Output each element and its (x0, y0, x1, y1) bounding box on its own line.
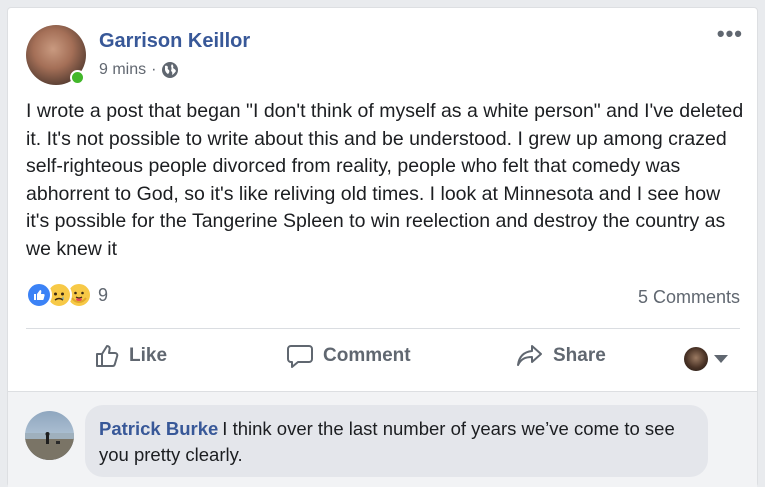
meta-separator: · (151, 61, 157, 78)
like-label: Like (129, 345, 168, 366)
post-card: Garrison Keillor 9 mins · ••• I wrote a … (7, 7, 758, 487)
like-button[interactable]: Like (94, 343, 167, 369)
globe-icon[interactable] (161, 61, 179, 79)
online-status-indicator (70, 70, 85, 85)
comment-bubble: Patrick Burke I think over the last numbe… (85, 405, 708, 477)
share-button[interactable]: Share (516, 343, 606, 369)
author-avatar[interactable] (26, 25, 86, 85)
commenter-name[interactable]: Patrick Burke (99, 418, 218, 439)
post-meta: 9 mins · (99, 61, 179, 79)
reactions-summary[interactable]: 9 (26, 282, 108, 308)
actions-divider (26, 328, 740, 329)
author-name[interactable]: Garrison Keillor (99, 30, 250, 53)
commenter-avatar[interactable] (25, 411, 74, 460)
share-label: Share (553, 345, 606, 366)
more-options-icon[interactable]: ••• (717, 23, 743, 45)
comments-count-link[interactable]: 5 Comments (638, 287, 740, 308)
comments-section: Patrick Burke I think over the last numbe… (8, 391, 757, 487)
post-timestamp[interactable]: 9 mins (99, 61, 146, 79)
comment-button[interactable]: Comment (286, 343, 411, 369)
comment-label: Comment (323, 345, 411, 366)
chevron-down-icon (714, 355, 728, 363)
thumbs-up-icon (96, 345, 119, 367)
reaction-count: 9 (98, 284, 109, 305)
post-body: I wrote a post that began "I don't think… (26, 100, 744, 260)
share-arrow-icon (517, 345, 542, 366)
react-as-selector[interactable] (684, 347, 728, 371)
current-user-avatar (684, 347, 708, 371)
comment-bubble-icon (287, 345, 313, 368)
like-reaction-icon (26, 282, 52, 308)
